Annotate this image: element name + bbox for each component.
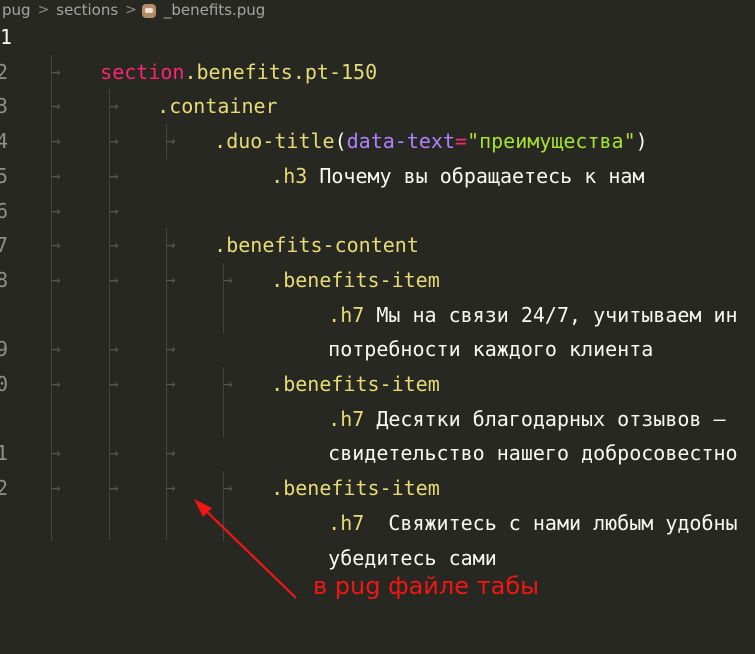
- annotation-text: в pug файле табы: [313, 572, 540, 600]
- annotation-arrow-icon: [194, 499, 297, 599]
